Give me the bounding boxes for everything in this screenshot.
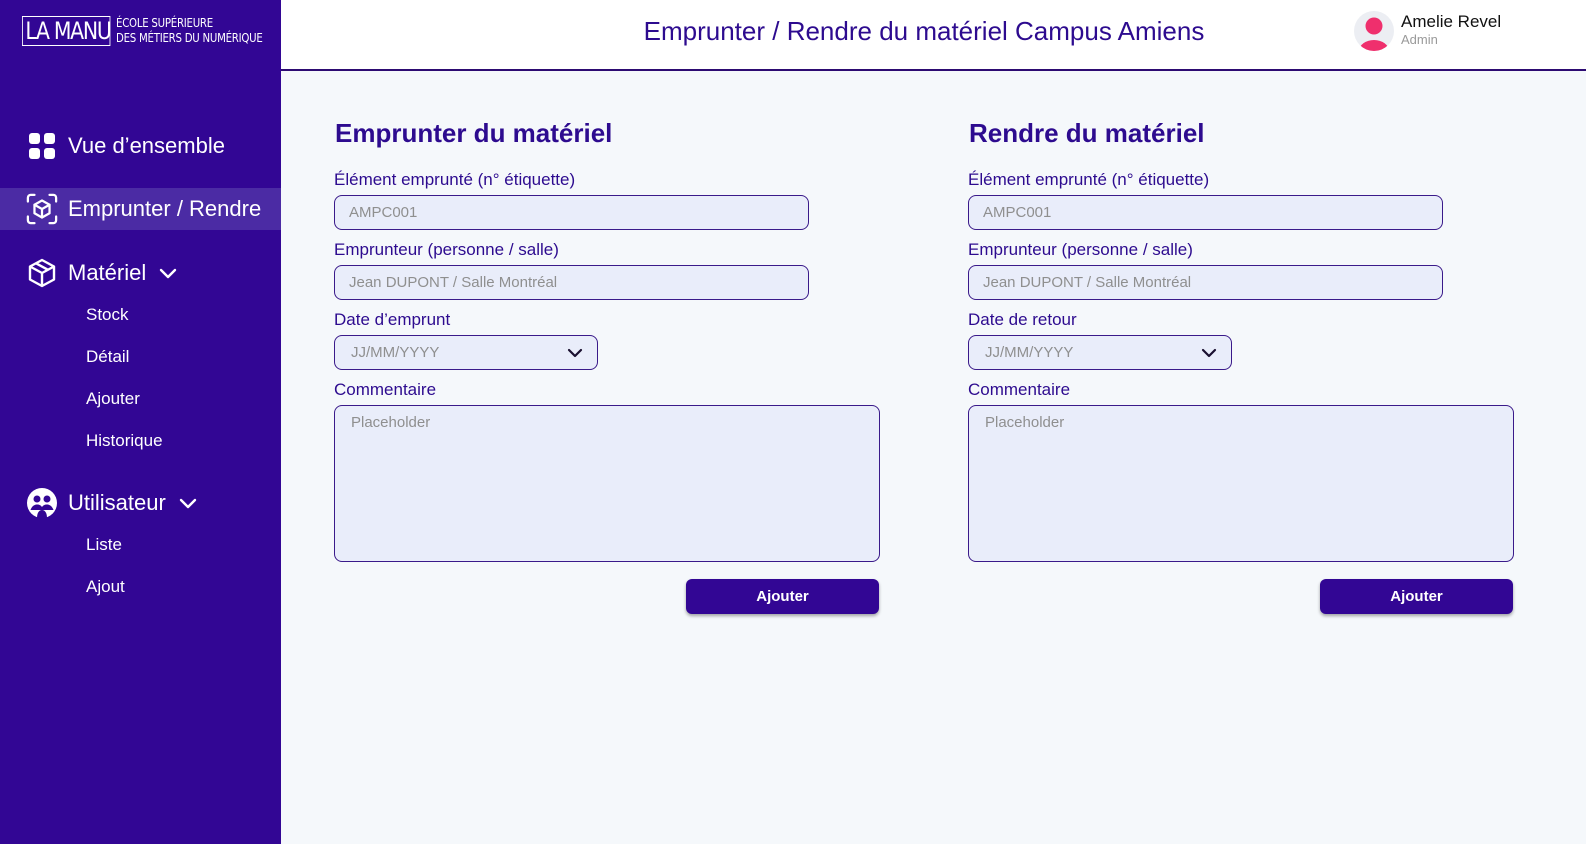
- sidebar-item-label: Utilisateur: [68, 490, 166, 515]
- return-form-title: Rendre du matériel: [969, 118, 1205, 148]
- chevron-down-icon[interactable]: [178, 493, 198, 513]
- return-item-input[interactable]: AMPC001: [968, 195, 1443, 230]
- chevron-down-icon: [567, 348, 583, 357]
- sidebar-subitem-detail[interactable]: Détail: [86, 347, 129, 367]
- borrow-comment-placeholder: Placeholder: [351, 414, 431, 431]
- return-borrower-placeholder: Jean DUPONT / Salle Montréal: [983, 274, 1192, 291]
- user-profile[interactable]: Amelie Revel Admin: [1354, 11, 1501, 51]
- user-role: Admin: [1401, 32, 1438, 47]
- borrow-form-title: Emprunter du matériel: [335, 118, 613, 148]
- return-date-placeholder: JJ/MM/YYYY: [985, 344, 1074, 361]
- sidebar: LA MANU ÉCOLE SUPÉRIEURE DES MÉTIERS DU …: [0, 0, 281, 844]
- box-icon: [26, 257, 58, 289]
- borrow-borrower-input[interactable]: Jean DUPONT / Salle Montréal: [334, 265, 809, 300]
- logo-tagline-line2: DES MÉTIERS DU NUMÉRIQUE: [116, 31, 263, 45]
- sidebar-item-materiel[interactable]: Matériel: [0, 252, 281, 294]
- borrow-comment-textarea[interactable]: Placeholder: [334, 405, 880, 562]
- borrow-item-placeholder: AMPC001: [349, 204, 418, 221]
- return-borrower-input[interactable]: Jean DUPONT / Salle Montréal: [968, 265, 1443, 300]
- sidebar-subitem-stock[interactable]: Stock: [86, 305, 129, 325]
- sidebar-item-users[interactable]: Utilisateur: [0, 482, 281, 524]
- grid-icon: [26, 130, 58, 162]
- users-icon: [26, 487, 58, 519]
- borrow-add-button[interactable]: Ajouter: [686, 579, 879, 614]
- return-add-button[interactable]: Ajouter: [1320, 579, 1513, 614]
- sidebar-item-label: Matériel: [68, 260, 147, 285]
- return-item-label: Élément emprunté (n° étiquette): [968, 170, 1210, 189]
- chevron-down-icon[interactable]: [158, 263, 178, 283]
- sidebar-subitem-history[interactable]: Historique: [86, 431, 163, 451]
- borrow-date-placeholder: JJ/MM/YYYY: [351, 344, 440, 361]
- borrow-borrower-label: Emprunteur (personne / salle): [334, 240, 559, 259]
- sidebar-item-label: Vue d’ensemble: [68, 133, 225, 158]
- brand-logo[interactable]: LA MANU ÉCOLE SUPÉRIEURE DES MÉTIERS DU …: [22, 16, 288, 46]
- avatar: [1354, 11, 1394, 51]
- user-info: Amelie Revel Admin: [1401, 11, 1501, 47]
- return-comment-label: Commentaire: [968, 380, 1071, 399]
- user-name: Amelie Revel: [1401, 12, 1502, 31]
- return-borrower-label: Emprunteur (personne / salle): [968, 240, 1193, 259]
- return-date-select[interactable]: JJ/MM/YYYY: [968, 335, 1232, 370]
- borrow-comment-label: Commentaire: [334, 380, 437, 399]
- top-header: Emprunter / Rendre du matériel Campus Am…: [281, 0, 1586, 71]
- borrow-item-input[interactable]: AMPC001: [334, 195, 809, 230]
- borrow-date-select[interactable]: JJ/MM/YYYY: [334, 335, 598, 370]
- sidebar-subitem-add[interactable]: Ajouter: [86, 389, 140, 409]
- borrow-date-label: Date d’emprunt: [334, 310, 451, 329]
- logo-main-text: LA MANU: [22, 16, 112, 46]
- sidebar-item-borrow-return[interactable]: Emprunter / Rendre: [0, 188, 281, 230]
- return-comment-textarea[interactable]: Placeholder: [968, 405, 1514, 562]
- logo-tagline: ÉCOLE SUPÉRIEURE DES MÉTIERS DU NUMÉRIQU…: [116, 16, 263, 46]
- borrow-item-label: Élément emprunté (n° étiquette): [334, 170, 576, 189]
- borrow-borrower-placeholder: Jean DUPONT / Salle Montréal: [349, 274, 558, 291]
- chevron-down-icon: [1201, 348, 1217, 357]
- logo-tagline-line1: ÉCOLE SUPÉRIEURE: [116, 16, 213, 30]
- sidebar-subitem-add-user[interactable]: Ajout: [86, 577, 125, 597]
- return-item-placeholder: AMPC001: [983, 204, 1052, 221]
- sidebar-item-label: Emprunter / Rendre: [68, 196, 262, 221]
- return-comment-placeholder: Placeholder: [985, 414, 1065, 431]
- sidebar-subitem-list[interactable]: Liste: [86, 535, 122, 555]
- sidebar-item-overview[interactable]: Vue d’ensemble: [0, 125, 281, 167]
- return-date-label: Date de retour: [968, 310, 1077, 329]
- scan-box-icon: [26, 193, 58, 225]
